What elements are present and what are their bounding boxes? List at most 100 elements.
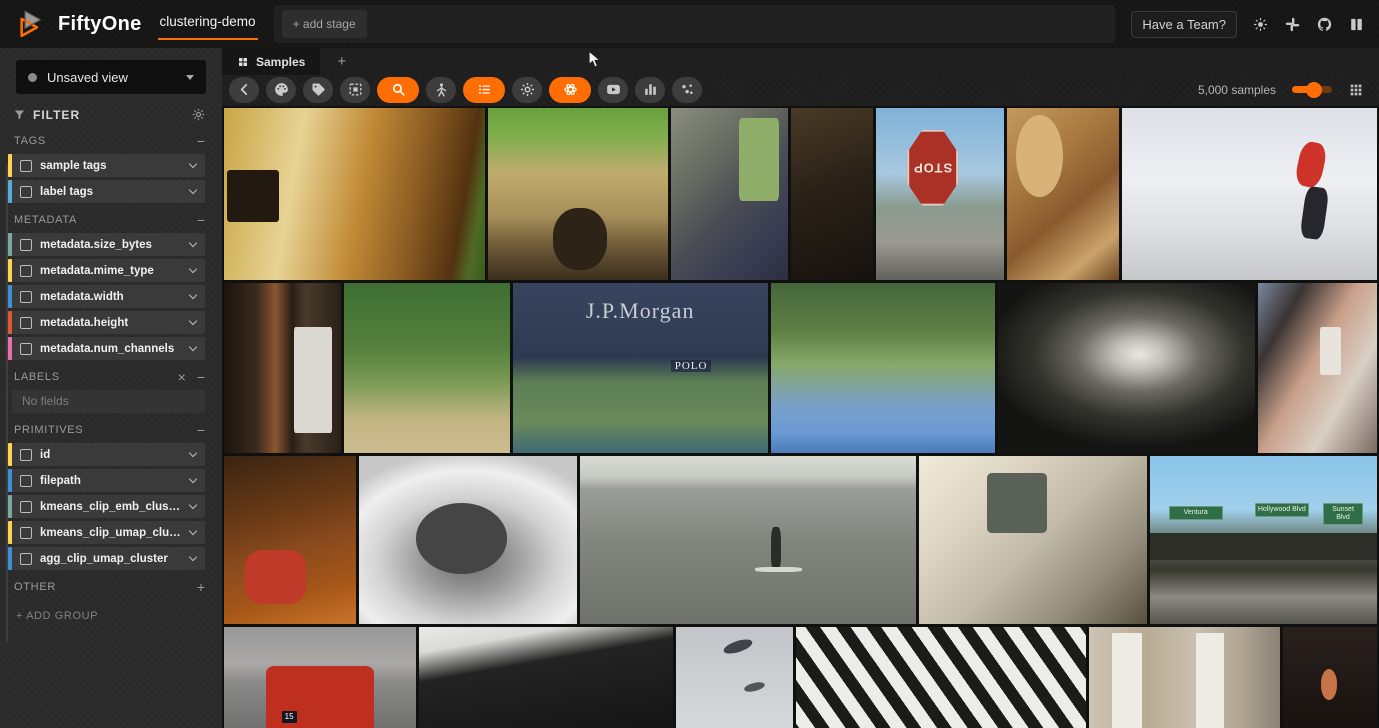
sample-tile-red-london-bus[interactable]: 15: [224, 627, 416, 728]
have-a-team-button[interactable]: Have a Team?: [1131, 11, 1237, 38]
github-icon[interactable]: [1316, 16, 1333, 33]
slack-icon[interactable]: [1284, 16, 1301, 33]
sidebar-section-other[interactable]: OTHER+: [0, 573, 222, 597]
field-checkbox[interactable]: [20, 527, 32, 539]
sample-tile-living-room-interior[interactable]: [224, 108, 485, 280]
sample-tile-airplanes-sky[interactable]: [676, 627, 792, 728]
chevron-down-icon[interactable]: [189, 553, 197, 561]
sample-tile-tennis-player-jpmorgan[interactable]: J.P.MorganPOLO: [513, 283, 768, 453]
collapse-icon[interactable]: −: [197, 136, 205, 147]
collapse-icon[interactable]: −: [197, 372, 205, 383]
patches-button[interactable]: [340, 77, 370, 103]
field-checkbox[interactable]: [20, 501, 32, 513]
saved-views-selector[interactable]: Unsaved view: [16, 60, 206, 94]
sample-tile-black-cat[interactable]: [419, 627, 673, 728]
settings-button[interactable]: [512, 77, 542, 103]
sidebar-section-tags[interactable]: TAGS−: [0, 127, 222, 151]
sidebar-field-sample-tags[interactable]: sample tags: [8, 154, 205, 177]
sample-tile-stop-sign-street[interactable]: STOP: [876, 108, 1004, 280]
sample-tile-river-under-bridge[interactable]: [998, 283, 1255, 453]
sidebar-field-metadata-mime-type[interactable]: metadata.mime_type: [8, 259, 205, 282]
sample-tile-dolls-red-toy-cart[interactable]: [224, 456, 356, 624]
chevron-down-icon[interactable]: [189, 501, 197, 509]
sidebar-field-id[interactable]: id: [8, 443, 205, 466]
sample-tile-vintage-mac-desk[interactable]: [919, 456, 1148, 624]
sample-tile-stone-house-doors[interactable]: [1089, 627, 1280, 728]
field-checkbox[interactable]: [20, 475, 32, 487]
field-checkbox[interactable]: [20, 343, 32, 355]
chevron-down-icon[interactable]: [189, 449, 197, 457]
field-checkbox[interactable]: [20, 291, 32, 303]
sidebar-field-metadata-num-channels[interactable]: metadata.num_channels: [8, 337, 205, 360]
chevron-down-icon[interactable]: [189, 291, 197, 299]
field-checkbox[interactable]: [20, 449, 32, 461]
sidebar-field-filepath[interactable]: filepath: [8, 469, 205, 492]
chevron-down-icon[interactable]: [189, 475, 197, 483]
sample-tile-sandwich-bw[interactable]: [359, 456, 577, 624]
sidebar-field-kmeans-clip-emb-cluster[interactable]: kmeans_clip_emb_cluster: [8, 495, 205, 518]
video-panel-button[interactable]: [598, 77, 628, 103]
add-panel-button[interactable]: +: [320, 48, 363, 75]
sample-tile-dark-room-lamp[interactable]: [1283, 627, 1377, 728]
chevron-down-icon[interactable]: [189, 343, 197, 351]
photo-shape: [722, 637, 754, 657]
field-checkbox[interactable]: [20, 317, 32, 329]
grid-size-icon[interactable]: [1348, 82, 1364, 98]
sample-tile-freeway-signs-traffic[interactable]: VenturaHollywood BlvdSunset Blvd: [1150, 456, 1377, 624]
sidebar-section-primitives[interactable]: PRIMITIVES−: [0, 416, 222, 440]
chevron-down-icon[interactable]: [189, 186, 197, 194]
browse-operations-button[interactable]: [377, 77, 419, 103]
display-options-button[interactable]: [463, 77, 505, 103]
brightness-icon[interactable]: [1252, 16, 1269, 33]
sample-tile-paddleboarder-sea-bw[interactable]: [580, 456, 916, 624]
sample-tile-bedroom-window[interactable]: [671, 108, 788, 280]
field-checkbox[interactable]: [20, 265, 32, 277]
collapse-icon[interactable]: −: [197, 425, 205, 436]
sidebar-settings-gear-icon[interactable]: [191, 107, 206, 122]
sidebar-field-metadata-height[interactable]: metadata.height: [8, 311, 205, 334]
chevron-down-icon[interactable]: [189, 265, 197, 273]
collapse-icon[interactable]: −: [197, 215, 205, 226]
tag-icon: [310, 81, 327, 98]
sidebar-field-metadata-size-bytes[interactable]: metadata.size_bytes: [8, 233, 205, 256]
tab-samples[interactable]: Samples: [222, 48, 320, 75]
sample-tile-dark-bookshelf-room[interactable]: [791, 108, 873, 280]
back-button[interactable]: [229, 77, 259, 103]
field-checkbox[interactable]: [20, 239, 32, 251]
sample-tile-woman-taking-photo[interactable]: [1258, 283, 1377, 453]
sidebar-field-kmeans-clip-umap-cluster[interactable]: kmeans_clip_umap_cluster: [8, 521, 205, 544]
sidebar-section-metadata[interactable]: METADATA−: [0, 206, 222, 230]
tag-samples-button[interactable]: [303, 77, 333, 103]
sample-tile-skier-red-jacket[interactable]: [1122, 108, 1377, 280]
docs-icon[interactable]: [1348, 16, 1365, 33]
field-checkbox[interactable]: [20, 160, 32, 172]
operators-plugin-button[interactable]: [549, 77, 591, 103]
clear-icon[interactable]: ×: [178, 372, 186, 383]
chevron-down-icon[interactable]: [189, 527, 197, 535]
sample-tile-teddy-bears[interactable]: [1007, 108, 1119, 280]
chevron-down-icon[interactable]: [189, 160, 197, 168]
field-checkbox[interactable]: [20, 553, 32, 565]
sample-tile-brown-bear[interactable]: [488, 108, 668, 280]
dataset-selector[interactable]: clustering-demo: [158, 8, 258, 40]
model-evaluation-button[interactable]: [426, 77, 456, 103]
sidebar-field-metadata-width[interactable]: metadata.width: [8, 285, 205, 308]
embeddings-button[interactable]: [672, 77, 702, 103]
sample-tile-kitchen-white-fridge[interactable]: [224, 283, 341, 453]
slider-knob[interactable]: [1306, 82, 1322, 98]
sidebar-section-labels[interactable]: LABELS×−: [0, 363, 222, 387]
chevron-down-icon[interactable]: [189, 317, 197, 325]
chevron-down-icon[interactable]: [189, 239, 197, 247]
sidebar-field-agg-clip-umap-cluster[interactable]: agg_clip_umap_cluster: [8, 547, 205, 570]
sample-tile-baseball-players[interactable]: [344, 283, 510, 453]
color-scheme-button[interactable]: [266, 77, 296, 103]
expand-icon[interactable]: +: [197, 582, 205, 593]
field-checkbox[interactable]: [20, 186, 32, 198]
sidebar-field-label-tags[interactable]: label tags: [8, 180, 205, 203]
grid-zoom-slider[interactable]: [1292, 82, 1332, 98]
sample-tile-kids-group-court[interactable]: [771, 283, 996, 453]
add-stage-button[interactable]: + add stage: [282, 10, 367, 38]
sample-tile-zebra-stripes[interactable]: [796, 627, 1086, 728]
histograms-button[interactable]: [635, 77, 665, 103]
add-group-button[interactable]: + ADD GROUP: [0, 597, 222, 635]
